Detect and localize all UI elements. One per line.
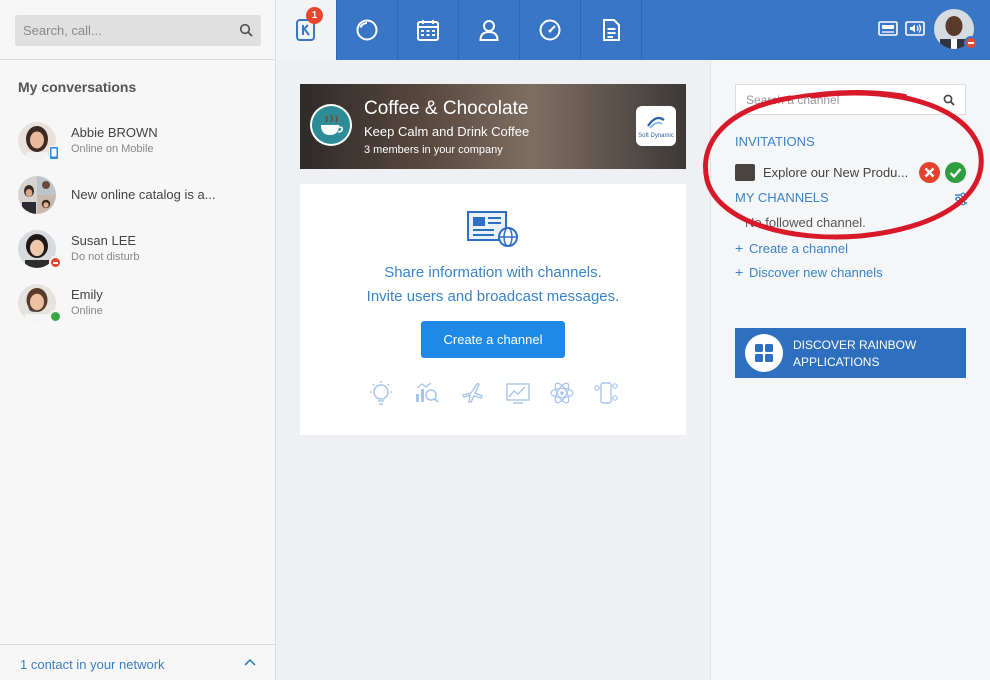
channel-subtitle: Keep Calm and Drink Coffee [364, 124, 530, 139]
conversation-name: New online catalog is a... [71, 187, 216, 202]
chevron-up-icon[interactable] [244, 658, 256, 666]
conversation-item-emily[interactable]: Emily Online [18, 284, 268, 328]
discover-applications-label: DISCOVER RAINBOW APPLICATIONS [793, 337, 916, 371]
discover-applications-button[interactable]: DISCOVER RAINBOW APPLICATIONS [735, 328, 966, 378]
network-count[interactable]: 1 contact in your network [20, 657, 165, 672]
line-chart-icon [506, 383, 530, 404]
accept-invitation-button[interactable] [945, 162, 966, 183]
plus-icon: + [735, 240, 744, 256]
discover-line2: APPLICATIONS [793, 355, 880, 369]
tab-channels[interactable]: 1 [276, 0, 337, 60]
my-channels-label: MY CHANNELS [735, 190, 829, 205]
invitation-thumbnail [735, 164, 755, 181]
discover-line1: DISCOVER RAINBOW [793, 338, 917, 352]
channel-title: Coffee & Chocolate [364, 98, 529, 119]
invitations-label: INVITATIONS [735, 134, 815, 149]
conversations-sidebar: My conversations Abbie BROWN Online on M… [0, 0, 276, 680]
my-dnd-status-icon [964, 36, 978, 50]
calendar-icon [417, 20, 439, 41]
empty-message-line2: Invite users and broadcast messages. [366, 288, 620, 305]
search-icon[interactable] [943, 94, 955, 106]
invitation-text: Explore our New Produ... [763, 165, 909, 180]
clock-icon [356, 19, 378, 41]
channel-members: 3 members in your company [364, 144, 503, 156]
soft-dynamic-logo-icon [647, 116, 665, 129]
conversation-status: Do not disturb [71, 251, 140, 263]
conversation-status: Online [71, 305, 103, 317]
conversation-item-susan[interactable]: Susan LEE Do not disturb [18, 230, 268, 274]
lightbulb-icon [370, 381, 392, 405]
search-box [15, 15, 261, 46]
filter-settings-icon[interactable] [954, 192, 968, 206]
dashboard-icon [539, 19, 561, 41]
company-name: Soft Dynamic [638, 133, 674, 139]
channel-search-box [735, 84, 966, 115]
apps-grid-icon [745, 334, 783, 372]
coffee-cup-logo-icon [310, 104, 352, 146]
discover-channels-link-label: Discover new channels [749, 265, 883, 280]
audio-device-icon[interactable] [905, 20, 925, 38]
tab-contacts[interactable] [459, 0, 520, 60]
discover-channels-link[interactable]: + Discover new channels [735, 264, 883, 280]
channels-empty-card: Share information with channels. Invite … [300, 184, 686, 435]
create-channel-button[interactable]: Create a channel [421, 321, 565, 358]
network-footer[interactable]: 1 contact in your network [0, 644, 276, 680]
dnd-status-icon [49, 256, 62, 269]
chart-magnifier-icon [416, 382, 439, 403]
desk-phone-icon[interactable] [878, 20, 898, 38]
conversation-name: Emily [71, 287, 103, 302]
mobile-icon [49, 146, 59, 160]
channel-banner[interactable]: Coffee & Chocolate Keep Calm and Drink C… [300, 84, 686, 169]
channel-search-input[interactable] [736, 85, 936, 114]
conversation-name: Abbie BROWN [71, 125, 158, 140]
sidebar-divider [0, 59, 276, 60]
airplane-icon [461, 382, 483, 403]
document-icon [603, 19, 620, 41]
group-avatar [18, 176, 56, 214]
conversation-status: Online on Mobile [71, 143, 154, 155]
tab-dashboard[interactable] [520, 0, 581, 60]
tab-calendar[interactable] [398, 0, 459, 60]
no-channel-message: No followed channel. [745, 215, 866, 230]
search-icon[interactable] [239, 23, 253, 37]
notification-badge: 1 [306, 7, 323, 24]
check-icon [949, 168, 962, 179]
tab-recent[interactable] [337, 0, 398, 60]
create-channel-link[interactable]: + Create a channel [735, 240, 848, 256]
empty-message-line1: Share information with channels. [384, 264, 602, 281]
create-channel-link-label: Create a channel [749, 241, 849, 256]
conversation-item-catalog[interactable]: New online catalog is a... [18, 176, 268, 220]
my-conversations-title: My conversations [18, 79, 137, 95]
newspaper-globe-icon [467, 211, 518, 247]
search-input[interactable] [15, 15, 235, 46]
mobile-network-icon [594, 382, 618, 404]
plus-icon: + [735, 264, 744, 280]
contact-icon [479, 20, 499, 41]
atom-icon [550, 382, 574, 404]
close-icon [924, 167, 935, 178]
tab-files[interactable] [581, 0, 642, 60]
online-status-icon [49, 310, 62, 323]
conversation-name: Susan LEE [71, 233, 137, 248]
top-navigation: 1 [276, 0, 990, 60]
company-logo: Soft Dynamic [636, 106, 676, 146]
decline-invitation-button[interactable] [919, 162, 940, 183]
conversation-item-abbie[interactable]: Abbie BROWN Online on Mobile [18, 122, 268, 166]
